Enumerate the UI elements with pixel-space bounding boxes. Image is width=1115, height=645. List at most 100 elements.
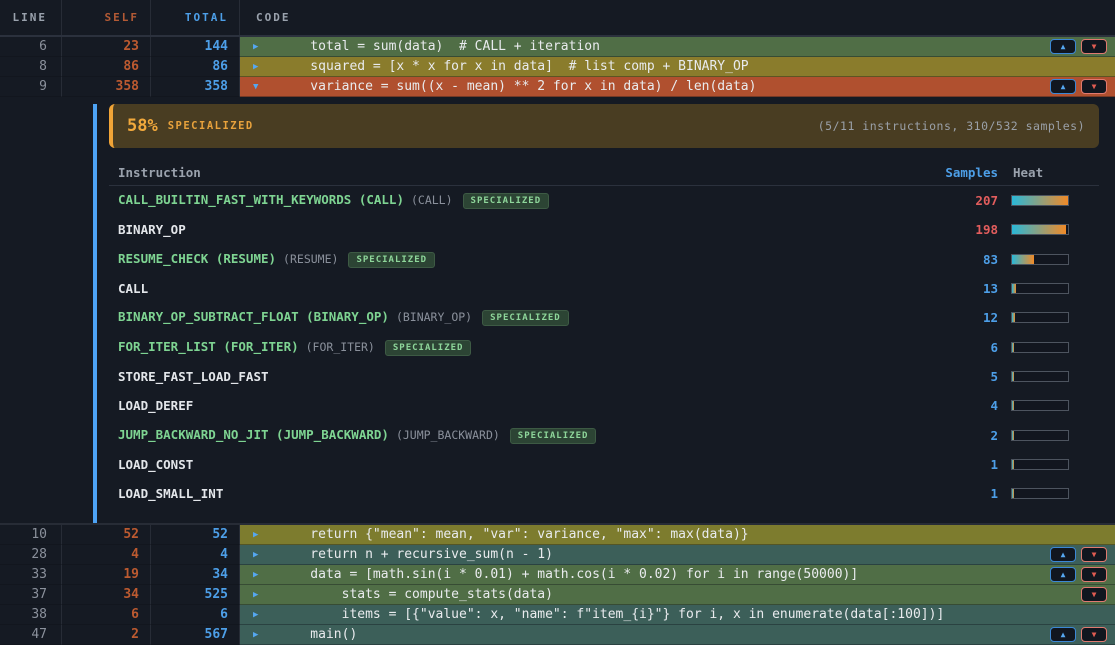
expand-icon[interactable]: ▶: [253, 37, 269, 57]
instruction-cell: LOAD_SMALL_INT: [109, 486, 901, 501]
instruction-name: BINARY_OP: [118, 222, 186, 237]
instruction-name: LOAD_DEREF: [118, 398, 193, 413]
instruction-samples: 2: [901, 428, 1011, 443]
specialization-banner: 58% SPECIALIZED (5/11 instructions, 310/…: [109, 104, 1099, 148]
collapse-icon[interactable]: ▼: [253, 77, 269, 97]
specialized-badge: SPECIALIZED: [482, 310, 569, 326]
instruction-rows: CALL_BUILTIN_FAST_WITH_KEYWORDS (CALL) (C…: [109, 186, 1099, 508]
column-header-total: TOTAL: [151, 0, 240, 35]
line-number: 47: [0, 625, 62, 645]
heat-bar-fill: [1012, 343, 1014, 352]
code-cell[interactable]: ▶ return {"mean": mean, "var": variance,…: [240, 525, 1115, 545]
code-cell[interactable]: ▶ items = [{"value": x, "name": f"item_{…: [240, 605, 1115, 625]
jump-down-button[interactable]: ▼: [1081, 39, 1107, 54]
instruction-samples: 13: [901, 281, 1011, 296]
self-samples: 52: [62, 525, 151, 545]
code-cell[interactable]: ▼ variance = sum((x - mean) ** 2 for x i…: [240, 77, 1115, 97]
expand-icon[interactable]: ▶: [253, 605, 269, 625]
code-cell[interactable]: ▶ total = sum(data) # CALL + iteration ▲…: [240, 37, 1115, 57]
heat-bar-fill: [1012, 196, 1068, 205]
source-code: data = [math.sin(i * 0.01) + math.cos(i …: [279, 565, 858, 585]
heat-cell: [1011, 342, 1099, 353]
instruction-cell: LOAD_CONST: [109, 457, 901, 472]
jump-up-button[interactable]: ▲: [1050, 627, 1076, 642]
heat-bar-fill: [1012, 225, 1066, 234]
code-cell[interactable]: ▶ data = [math.sin(i * 0.01) + math.cos(…: [240, 565, 1115, 585]
heat-bar: [1011, 254, 1069, 265]
expand-icon[interactable]: ▶: [253, 57, 269, 77]
self-samples: 358: [62, 77, 151, 97]
code-cell[interactable]: ▶ stats = compute_stats(data) ▼: [240, 585, 1115, 605]
instruction-name: RESUME_CHECK (RESUME): [118, 251, 276, 266]
jump-down-button[interactable]: ▼: [1081, 567, 1107, 582]
instruction-cell: FOR_ITER_LIST (FOR_ITER)(FOR_ITER)SPECIA…: [109, 339, 901, 356]
expand-icon[interactable]: ▶: [253, 545, 269, 565]
heat-bar: [1011, 459, 1069, 470]
instruction-row: LOAD_SMALL_INT 1: [109, 479, 1099, 508]
instruction-table-header: Instruction Samples Heat: [109, 160, 1099, 186]
heat-bar-fill: [1012, 431, 1014, 440]
instruction-base-opcode: (FOR_ITER): [306, 340, 375, 354]
jump-down-button[interactable]: ▼: [1081, 547, 1107, 562]
instruction-row: BINARY_OP_SUBTRACT_FLOAT (BINARY_OP) (BIN…: [109, 303, 1099, 332]
self-samples: 34: [62, 585, 151, 605]
self-samples: 19: [62, 565, 151, 585]
jump-down-button[interactable]: ▼: [1081, 79, 1107, 94]
instruction-row: LOAD_CONST 1: [109, 450, 1099, 479]
row-nav-buttons: ▼: [1081, 587, 1115, 602]
jump-up-button[interactable]: ▲: [1050, 567, 1076, 582]
instruction-samples: 198: [901, 222, 1011, 237]
instruction-row: STORE_FAST_LOAD_FAST 5: [109, 362, 1099, 391]
samples-column-header[interactable]: Samples: [901, 165, 1011, 180]
expand-icon[interactable]: ▶: [253, 565, 269, 585]
instruction-cell: BINARY_OP_SUBTRACT_FLOAT (BINARY_OP) (BIN…: [109, 309, 901, 326]
code-row: 37 34 525 ▶ stats = compute_stats(data) …: [0, 585, 1115, 605]
heat-bar: [1011, 224, 1069, 235]
jump-up-button[interactable]: ▲: [1050, 39, 1076, 54]
instruction-name: BINARY_OP_SUBTRACT_FLOAT (BINARY_OP): [118, 309, 389, 324]
total-samples: 52: [151, 525, 240, 545]
row-nav-buttons: ▲▼: [1050, 79, 1115, 94]
instruction-name: FOR_ITER_LIST (FOR_ITER): [118, 339, 299, 354]
heat-cell: [1011, 254, 1099, 265]
table-header: LINE SELF TOTAL CODE: [0, 0, 1115, 37]
total-samples: 525: [151, 585, 240, 605]
instruction-base-opcode: (BINARY_OP): [396, 310, 472, 324]
heat-bar: [1011, 195, 1069, 206]
expand-icon[interactable]: ▶: [253, 625, 269, 645]
code-cell[interactable]: ▶ main() ▲▼: [240, 625, 1115, 645]
line-detail-panel: 58% SPECIALIZED (5/11 instructions, 310/…: [0, 104, 1115, 525]
code-row: 47 2 567 ▶ main() ▲▼: [0, 625, 1115, 645]
instruction-samples: 5: [901, 369, 1011, 384]
jump-up-button[interactable]: ▲: [1050, 547, 1076, 562]
expanded-row-accent-line: [93, 104, 97, 523]
instruction-name: CALL_BUILTIN_FAST_WITH_KEYWORDS (CALL): [118, 192, 404, 207]
instruction-samples: 83: [901, 252, 1011, 267]
line-number: 8: [0, 57, 62, 77]
total-samples: 86: [151, 57, 240, 77]
self-samples: 4: [62, 545, 151, 565]
instruction-samples: 207: [901, 193, 1011, 208]
expand-icon[interactable]: ▶: [253, 585, 269, 605]
code-cell[interactable]: ▶ squared = [x * x for x in data] # list…: [240, 57, 1115, 77]
instruction-base-opcode: (CALL): [411, 193, 453, 207]
jump-down-button[interactable]: ▼: [1081, 627, 1107, 642]
instruction-cell: LOAD_DEREF: [109, 398, 901, 413]
heat-cell: [1011, 430, 1099, 441]
instruction-row: FOR_ITER_LIST (FOR_ITER)(FOR_ITER)SPECIA…: [109, 332, 1099, 361]
instruction-cell: RESUME_CHECK (RESUME)(RESUME)SPECIALIZED: [109, 251, 901, 268]
bottom-code-rows: 10 52 52 ▶ return {"mean": mean, "var": …: [0, 525, 1115, 645]
total-samples: 144: [151, 37, 240, 57]
heat-bar: [1011, 400, 1069, 411]
code-cell[interactable]: ▶ return n + recursive_sum(n - 1) ▲▼: [240, 545, 1115, 565]
heat-cell: [1011, 312, 1099, 323]
jump-down-button[interactable]: ▼: [1081, 587, 1107, 602]
jump-up-button[interactable]: ▲: [1050, 79, 1076, 94]
line-number: 6: [0, 37, 62, 57]
heat-bar-fill: [1012, 372, 1014, 381]
specialized-badge: SPECIALIZED: [463, 193, 550, 209]
heat-bar-fill: [1012, 460, 1014, 469]
expand-icon[interactable]: ▶: [253, 525, 269, 545]
row-nav-buttons: ▲▼: [1050, 567, 1115, 582]
heat-bar-fill: [1012, 401, 1014, 410]
